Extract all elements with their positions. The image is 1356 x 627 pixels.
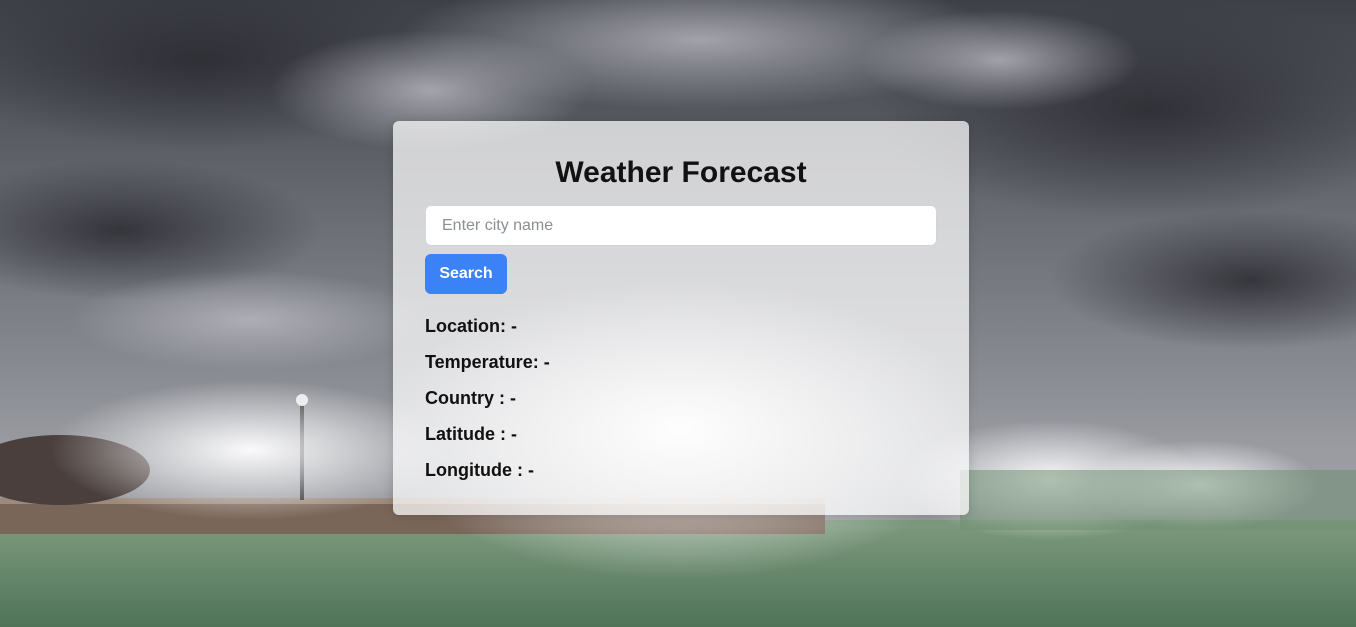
location-label: Location:: [425, 316, 511, 336]
weather-results: Location: - Temperature: - Country : - L…: [425, 308, 937, 488]
weather-app-page: Weather Forecast Search Location: - Temp…: [0, 0, 1356, 627]
longitude-row: Longitude : -: [425, 452, 937, 488]
city-search-input[interactable]: [425, 205, 937, 246]
longitude-value: -: [527, 460, 534, 480]
country-value: -: [510, 388, 516, 408]
temperature-value: -: [543, 352, 550, 372]
search-button[interactable]: Search: [425, 254, 507, 294]
temperature-label: Temperature:: [425, 352, 544, 372]
location-row: Location: -: [425, 308, 937, 344]
country-row: Country : -: [425, 380, 937, 416]
latitude-row: Latitude : -: [425, 416, 937, 452]
page-title: Weather Forecast: [555, 156, 807, 189]
country-label: Country :: [425, 388, 510, 408]
latitude-label: Latitude :: [425, 424, 511, 444]
longitude-label: Longitude :: [425, 460, 528, 480]
location-value: -: [511, 316, 517, 336]
latitude-value: -: [511, 424, 517, 444]
temperature-row: Temperature: -: [425, 344, 937, 380]
weather-card: Weather Forecast Search Location: - Temp…: [393, 121, 969, 515]
